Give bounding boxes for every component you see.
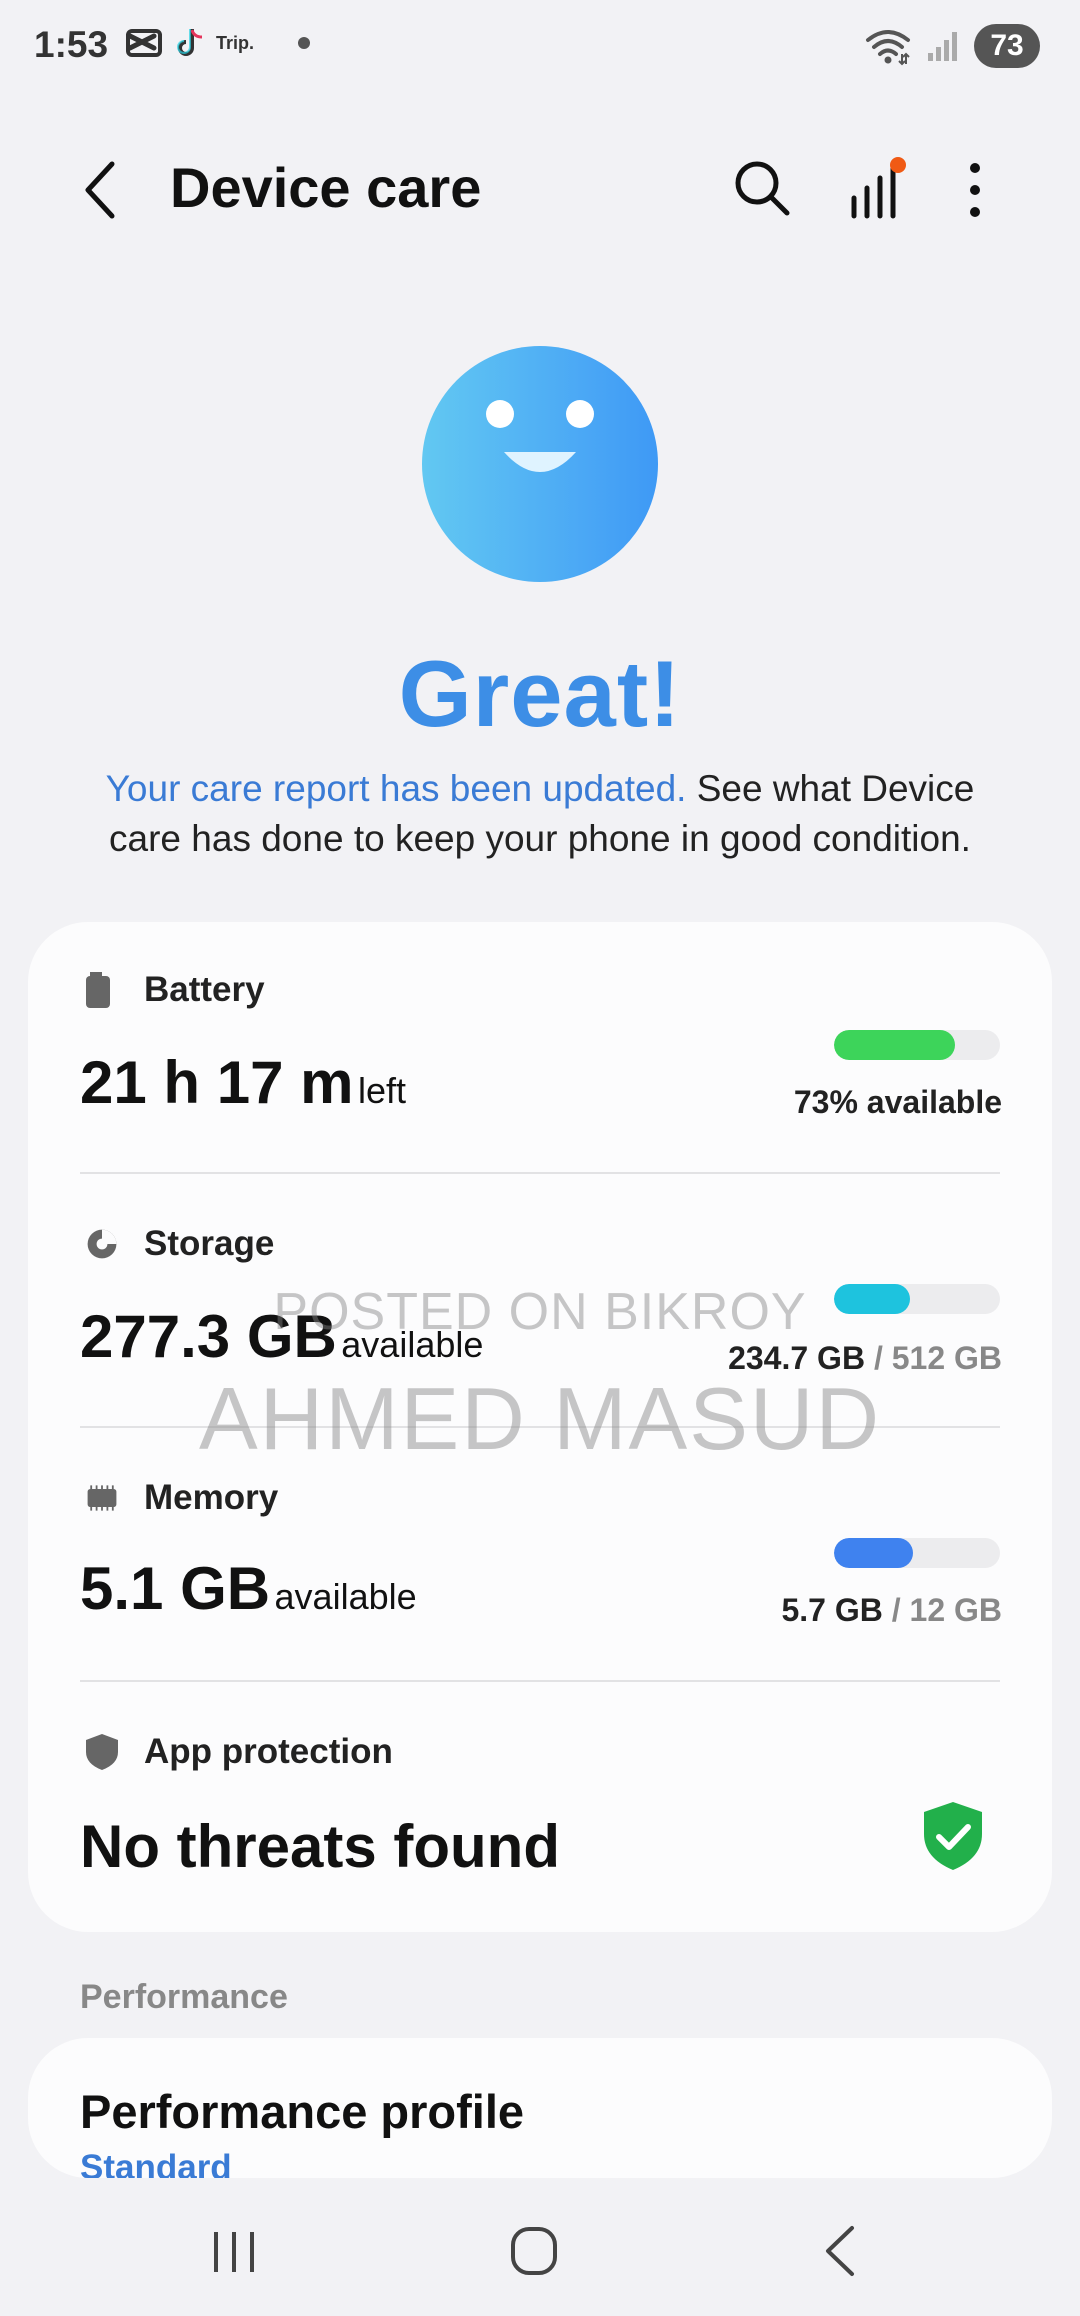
battery-header: Battery bbox=[84, 970, 265, 1010]
nav-back-button[interactable] bbox=[820, 2224, 860, 2278]
memory-total: / 12 GB bbox=[891, 1592, 1002, 1628]
more-vertical-icon[interactable] bbox=[960, 158, 990, 222]
divider bbox=[80, 1172, 1000, 1174]
divider bbox=[80, 1680, 1000, 1682]
battery-unit: left bbox=[357, 1070, 406, 1111]
battery-label: Battery bbox=[144, 970, 265, 1009]
app-protection-label: App protection bbox=[144, 1732, 393, 1771]
status-headline: Great! bbox=[398, 641, 682, 746]
memory-used: 5.7 GB bbox=[781, 1592, 883, 1628]
search-icon[interactable] bbox=[732, 158, 792, 218]
watermark-line2: AHMED MASUD bbox=[198, 1369, 882, 1468]
storage-label: Storage bbox=[144, 1224, 275, 1263]
battery-row[interactable]: Battery 21 h 17 m left 73% available bbox=[28, 950, 1052, 1170]
memory-row[interactable]: Memory 5.1 GB available 5.7 GB / 12 GB bbox=[28, 1454, 1052, 1674]
memory-bar bbox=[834, 1538, 1000, 1568]
memory-value-line: 5.1 GB available bbox=[80, 1554, 417, 1623]
tiktok-icon bbox=[177, 29, 203, 56]
memory-label: Memory bbox=[144, 1478, 279, 1517]
care-report-message: Your care report has been updated. See w… bbox=[90, 764, 990, 864]
battery-caption: 73% available bbox=[793, 1084, 1002, 1120]
shield-icon bbox=[86, 1734, 118, 1770]
memory-bar-fill bbox=[834, 1538, 913, 1568]
battery-bar-fill bbox=[834, 1030, 956, 1060]
memory-available: 5.1 GB bbox=[80, 1555, 271, 1622]
pie-chart-icon bbox=[87, 1229, 117, 1259]
status-system-icons: 73 bbox=[864, 24, 1040, 68]
shield-check-icon bbox=[924, 1802, 982, 1870]
app-protection-status: No threats found bbox=[80, 1813, 560, 1880]
app-protection-header: App protection bbox=[84, 1732, 393, 1772]
memory-chip-icon bbox=[87, 1485, 117, 1511]
signal-icon bbox=[928, 32, 957, 61]
memory-unit: available bbox=[274, 1576, 417, 1617]
battery-time-left: 21 h 17 m bbox=[80, 1049, 354, 1116]
battery-indicator: 73 bbox=[974, 24, 1040, 68]
performance-profile-title: Performance profile bbox=[80, 2085, 525, 2138]
battery-value-line: 21 h 17 m left bbox=[80, 1048, 406, 1117]
battery-icon bbox=[86, 972, 110, 1008]
wifi-icon bbox=[866, 30, 910, 66]
trip-app-label: Trip. bbox=[216, 32, 255, 53]
watermark-line1: POSTED ON BIKROY bbox=[273, 1283, 807, 1341]
battery-bar bbox=[834, 1030, 1000, 1060]
performance-section-label: Performance bbox=[80, 1978, 288, 2016]
status-time: 1:53 bbox=[34, 24, 109, 65]
back-button[interactable] bbox=[70, 150, 130, 230]
smiley-face-icon bbox=[422, 346, 658, 582]
bar-chart-icon[interactable] bbox=[846, 156, 910, 220]
app-protection-row[interactable]: App protection No threats found bbox=[28, 1708, 1052, 1908]
capcut-icon bbox=[126, 29, 162, 57]
storage-header: Storage bbox=[84, 1224, 274, 1264]
recent-apps-button[interactable] bbox=[210, 2230, 258, 2274]
page-title: Device care bbox=[170, 156, 482, 219]
memory-caption: 5.7 GB / 12 GB bbox=[781, 1592, 1002, 1629]
more-notifications-dot bbox=[298, 37, 311, 49]
performance-profile-value: Standard bbox=[80, 2148, 232, 2178]
memory-header: Memory bbox=[84, 1478, 278, 1518]
status-notification-icons: Trip. bbox=[126, 26, 311, 60]
care-report-link[interactable]: Your care report has been updated. bbox=[106, 768, 687, 809]
home-button[interactable] bbox=[510, 2226, 558, 2276]
performance-profile-card[interactable]: Performance profile Standard bbox=[28, 2038, 1052, 2178]
